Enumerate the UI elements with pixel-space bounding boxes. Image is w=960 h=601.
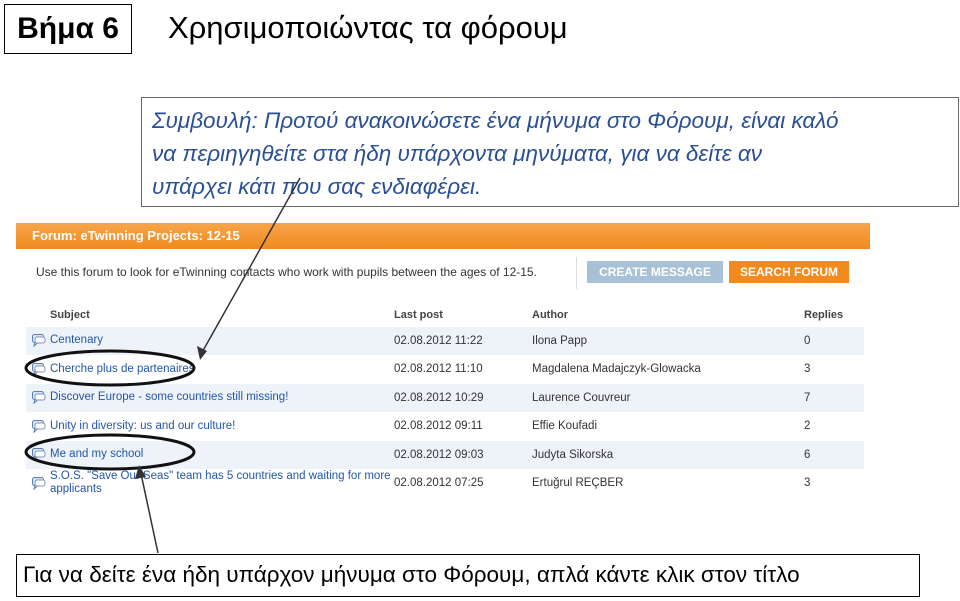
thread-title-link[interactable]: Me and my school <box>50 448 143 461</box>
slide-title: Χρησιμοποιώντας τα φόρουμ <box>168 10 568 45</box>
replies-cell: 0 <box>804 326 864 355</box>
subject-cell: Centenary <box>26 326 394 355</box>
search-forum-button[interactable]: SEARCH FORUM <box>729 261 849 283</box>
replies-cell: 2 <box>804 420 811 433</box>
replies-cell: 3 <box>804 363 811 376</box>
subject-cell: S.O.S. "Save Our Seas" team has 5 countr… <box>26 469 394 497</box>
last-post-cell: 02.08.2012 11:22 <box>394 326 532 355</box>
column-header-author: Author <box>532 308 569 321</box>
table-row: Discover Europe - some countries still m… <box>26 383 864 412</box>
last-post-cell: 02.08.2012 10:29 <box>394 383 532 412</box>
column-header-replies: Replies <box>804 308 844 321</box>
table-row: Cherche plus de partenaires 02.08.2012 11… <box>26 355 864 384</box>
tip-line: Συμβουλή: Προτού ανακοινώσετε ένα μήνυμα… <box>152 108 839 133</box>
author-cell: Magdalena Madajczyk-Glowacka <box>532 363 701 376</box>
threads-table: Subject Last post Author Replies Centena… <box>26 303 864 497</box>
author-cell: Ilona Papp <box>532 326 804 355</box>
author-cell: Ertuğrul REÇBER <box>532 477 624 490</box>
forum-description: Use this forum to look for eTwinning con… <box>36 265 537 279</box>
thread-title-link[interactable]: Centenary <box>50 334 103 347</box>
author-cell: Effie Koufadi <box>532 420 598 433</box>
tip-line: να περιηγηθείτε στα ήδη υπάρχοντα μηνύμα… <box>152 141 762 166</box>
replies-cell: 7 <box>804 383 864 412</box>
author-cell: Laurence Couvreur <box>532 383 804 412</box>
divider <box>576 257 577 289</box>
thread-title-link[interactable]: Unity in diversity: us and our culture! <box>50 420 235 433</box>
table-row: Unity in diversity: us and our culture! 0… <box>26 412 864 441</box>
callout-instruction: Για να δείτε ένα ήδη υπάρχον μήνυμα στο … <box>16 554 920 597</box>
subject-cell: Me and my school <box>26 440 394 469</box>
table-row: S.O.S. "Save Our Seas" team has 5 countr… <box>26 469 864 497</box>
column-header-subject: Subject <box>50 308 90 321</box>
subject-cell: Unity in diversity: us and our culture! <box>26 412 394 441</box>
author-cell: Judyta Sikorska <box>532 440 804 469</box>
speech-bubble-icon <box>32 391 46 405</box>
step-label: Βήμα 6 <box>4 4 132 54</box>
replies-cell: 6 <box>804 440 864 469</box>
last-post-cell: 02.08.2012 11:10 <box>394 363 483 376</box>
subject-cell: Discover Europe - some countries still m… <box>26 383 394 412</box>
last-post-cell: 02.08.2012 09:03 <box>394 440 532 469</box>
forum-header: Forum: eTwinning Projects: 12-15 <box>16 223 870 249</box>
table-row: Me and my school 02.08.2012 09:03 Judyta S… <box>26 440 864 469</box>
tip-line: υπάρχει κάτι που σας ενδιαφέρει. <box>152 174 482 199</box>
speech-bubble-icon <box>32 334 46 348</box>
table-row: Centenary 02.08.2012 11:22 Ilona Papp 0 <box>26 326 864 355</box>
subject-cell: Cherche plus de partenaires <box>26 355 394 384</box>
speech-bubble-icon <box>32 419 46 434</box>
thread-title-link[interactable]: Cherche plus de partenaires <box>50 363 194 376</box>
replies-cell: 3 <box>804 477 811 490</box>
tip-box: Συμβουλή: Προτού ανακοινώσετε ένα μήνυμα… <box>141 97 959 207</box>
forum-panel: Forum: eTwinning Projects: 12-15 Use thi… <box>16 223 870 496</box>
create-message-button[interactable]: CREATE MESSAGE <box>587 261 723 283</box>
thread-title-link[interactable]: Discover Europe - some countries still m… <box>50 391 288 404</box>
column-header-last-post: Last post <box>394 308 443 321</box>
speech-bubble-icon <box>32 362 46 377</box>
speech-bubble-icon <box>32 476 46 491</box>
last-post-cell: 02.08.2012 09:11 <box>394 420 483 433</box>
speech-bubble-icon <box>32 448 46 462</box>
last-post-cell: 02.08.2012 07:25 <box>394 477 484 490</box>
thread-title-link[interactable]: S.O.S. "Save Our Seas" team has 5 countr… <box>50 470 394 496</box>
